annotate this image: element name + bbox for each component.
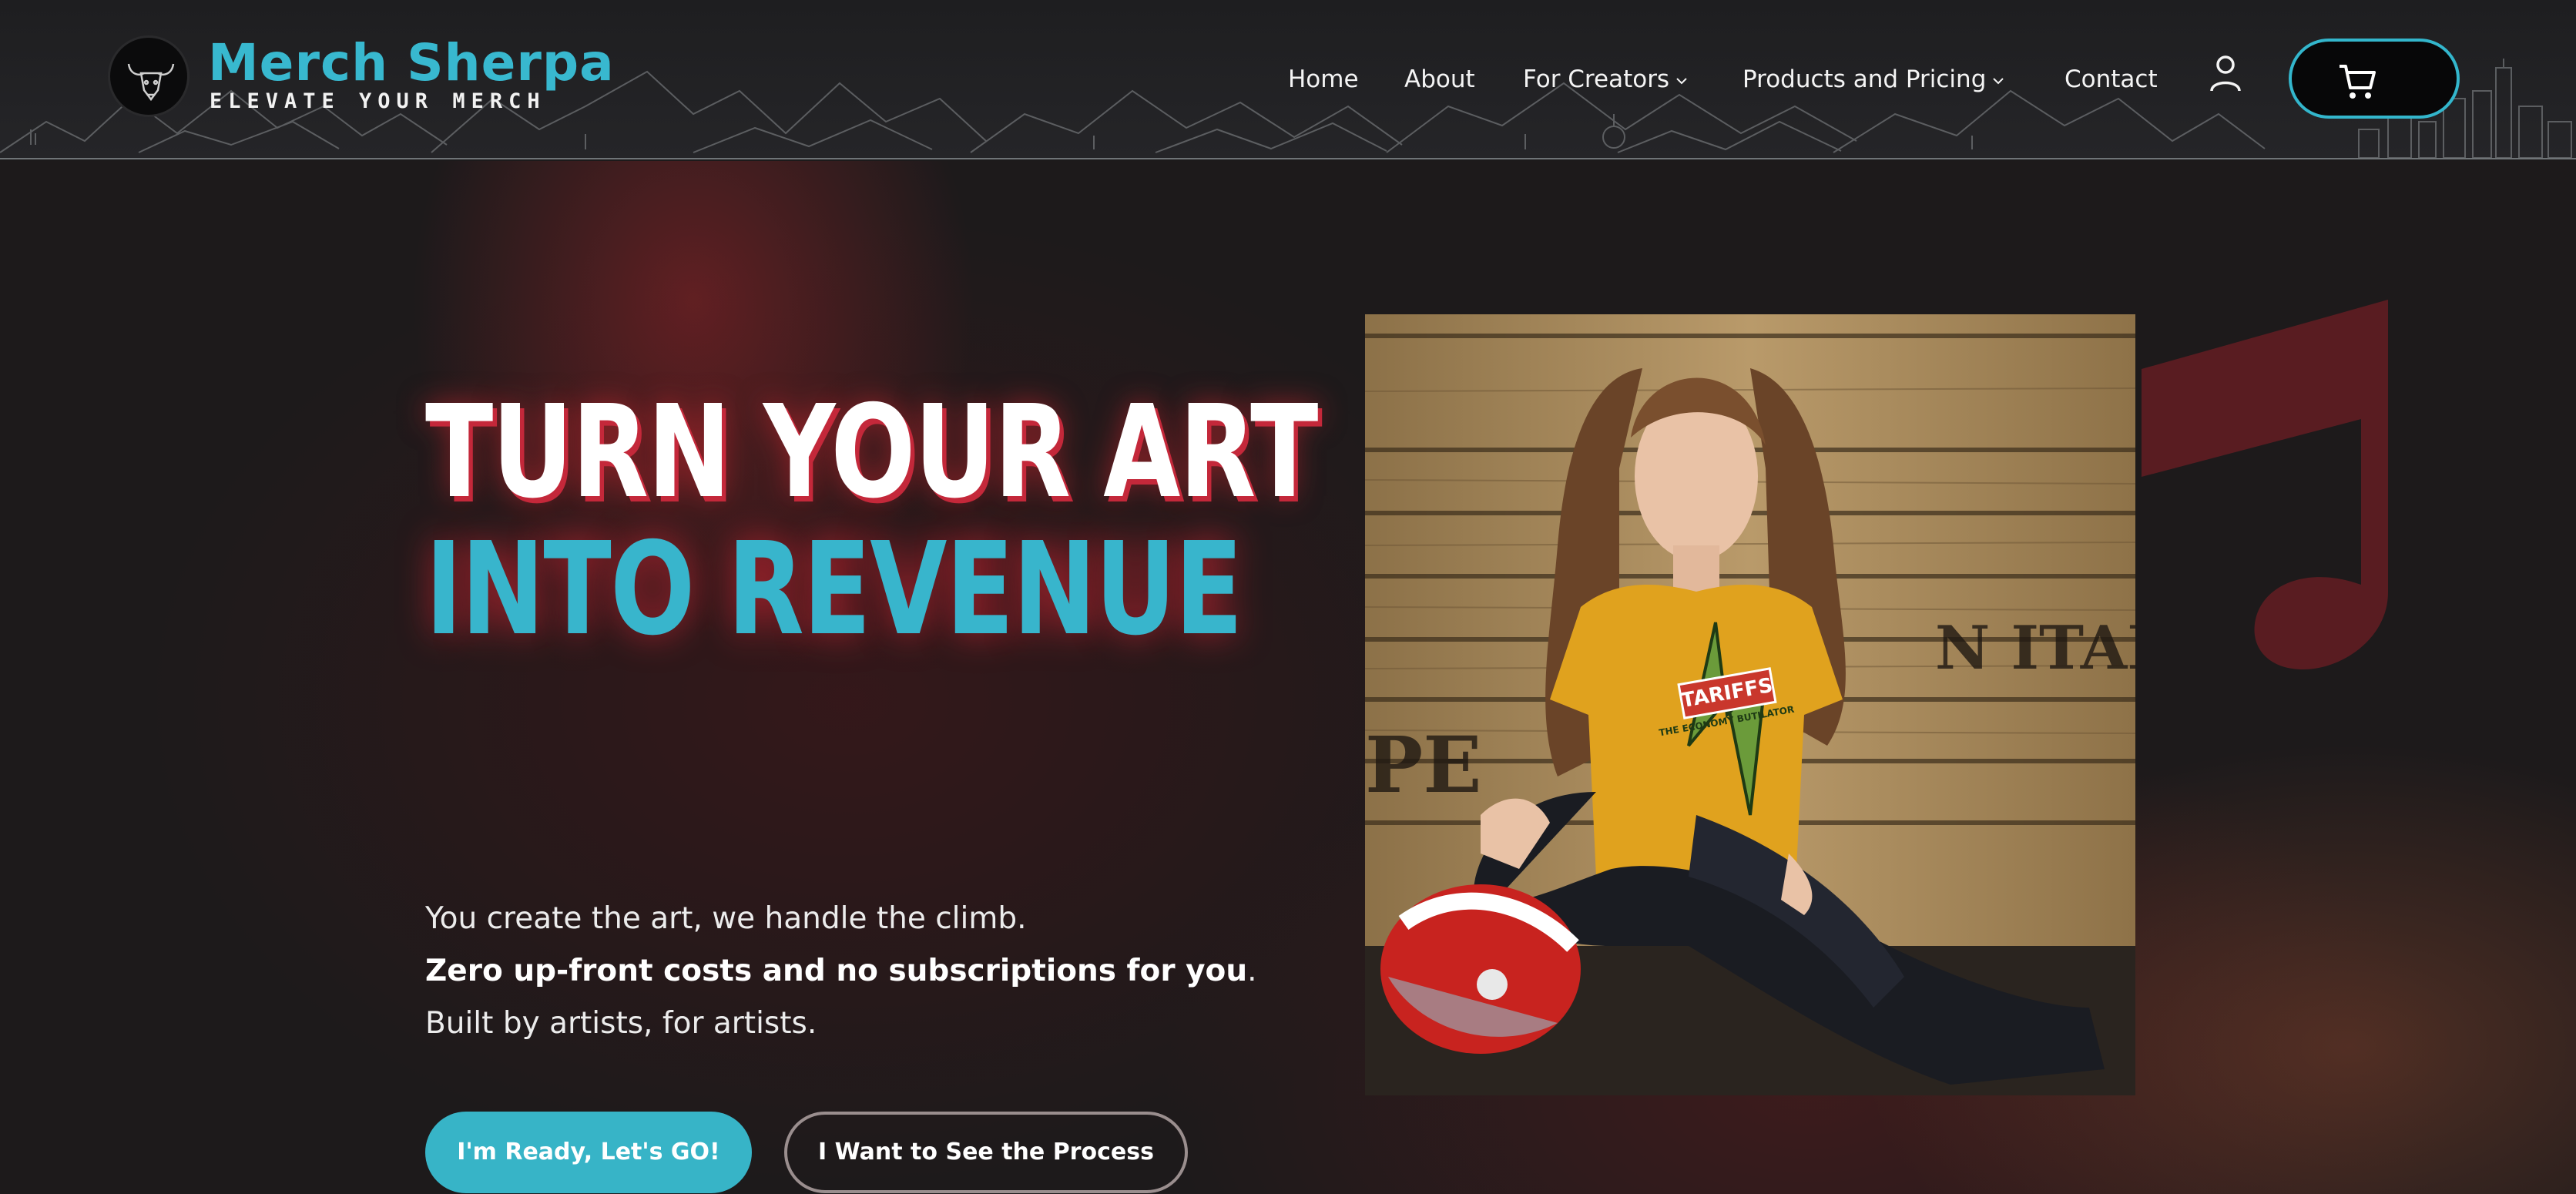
crate-text-right: N ITALI: [1935, 613, 2135, 683]
chevron-down-icon: [1993, 77, 2004, 84]
description-period: .: [1247, 954, 1257, 988]
nav-for-creators[interactable]: For Creators: [1523, 60, 1688, 99]
hero-section: TURN YOUR ART INTO REVENUE You create th…: [0, 161, 2576, 1194]
cart-icon: [2340, 65, 2376, 99]
description-bold: Zero up-front costs and no subscriptions…: [425, 954, 1248, 988]
account-button[interactable]: [2208, 54, 2243, 94]
music-note-icon: [2142, 300, 2388, 669]
nav-about[interactable]: About: [1404, 60, 1475, 99]
get-started-button[interactable]: I'm Ready, Let's GO!: [425, 1112, 752, 1193]
nav-products-label: Products and Pricing: [1742, 65, 1987, 93]
nav-contact-label: Contact: [2064, 65, 2158, 93]
hero-description: You create the art, we handle the climb.…: [425, 893, 1257, 1050]
product-photo: N ITALI PE TARIFFS THE ECONOMY BUTILATOR: [1365, 314, 2135, 1095]
hero-headline: TURN YOUR ART INTO REVENUE: [425, 378, 1318, 664]
crate-text-left: PE: [1365, 719, 1481, 810]
nav-products-and-pricing[interactable]: Products and Pricing: [1742, 60, 2004, 99]
site-header: Merch Sherpa ELEVATE YOUR MERCH Home Abo…: [0, 0, 2576, 159]
chevron-down-icon: [1676, 77, 1687, 84]
description-line-2: Zero up-front costs and no subscriptions…: [425, 945, 1257, 998]
description-line-3: Built by artists, for artists.: [425, 1006, 817, 1041]
main-navigation: Home About For Creators Products and Pri…: [0, 60, 2576, 99]
nav-about-label: About: [1404, 65, 1475, 93]
nav-home[interactable]: Home: [1288, 60, 1359, 99]
headline-line-2: INTO REVENUE: [425, 515, 1243, 664]
nav-for-creators-label: For Creators: [1523, 65, 1670, 93]
nav-home-label: Home: [1288, 65, 1359, 93]
cart-button[interactable]: [2289, 39, 2460, 119]
user-icon: [2210, 55, 2241, 92]
nav-contact[interactable]: Contact: [2064, 60, 2158, 99]
see-process-button[interactable]: I Want to See the Process: [784, 1112, 1188, 1193]
headline-line-1: TURN YOUR ART: [425, 378, 1318, 527]
description-line-1: You create the art, we handle the climb.: [425, 901, 1027, 936]
